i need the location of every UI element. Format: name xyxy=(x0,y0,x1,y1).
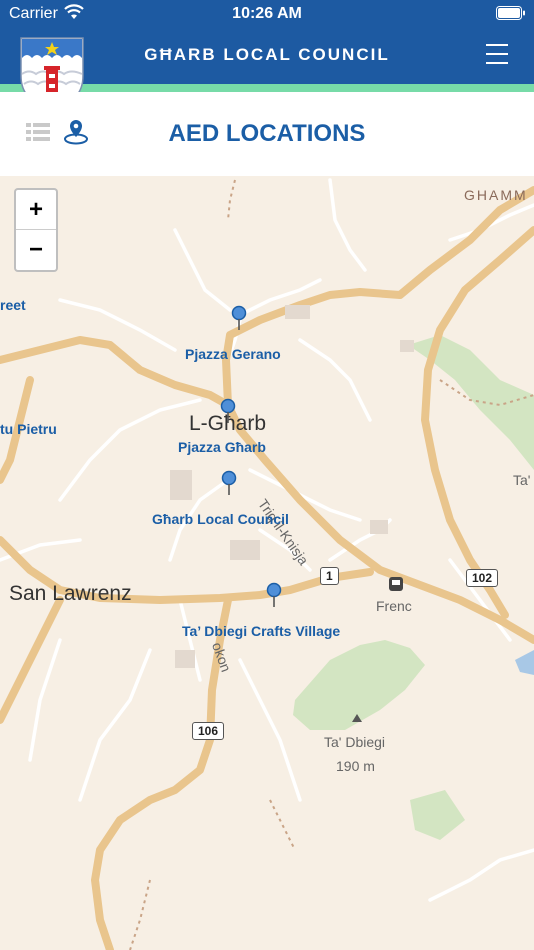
street-label-partial: reet xyxy=(0,297,26,313)
status-bar: Carrier 10:26 AM xyxy=(0,0,534,28)
aed-label-gharb-local-council[interactable]: Għarb Local Council xyxy=(152,511,289,527)
zoom-control: + − xyxy=(14,188,58,272)
aed-label-ta-dbiegi-crafts-village[interactable]: Ta’ Dbiegi Crafts Village xyxy=(182,623,340,639)
place-label-frenc: Frenc xyxy=(376,598,412,614)
place-label-san-lawrenz: San Lawrenz xyxy=(9,582,132,605)
peak-label-ta-dbiegi: Ta' Dbiegi xyxy=(324,734,386,750)
aed-marker-pjazza-gharb[interactable] xyxy=(220,398,236,424)
zoom-out-button[interactable]: − xyxy=(16,230,56,269)
page-toolbar: AED LOCATIONS xyxy=(0,92,534,176)
road-shield-106: 106 xyxy=(192,722,225,740)
page-title: AED LOCATIONS xyxy=(168,120,366,147)
aed-marker-ta-dbiegi-crafts-village[interactable] xyxy=(266,582,282,608)
peak-elevation: 190 m xyxy=(336,758,375,774)
road-shield-1: 1 xyxy=(320,567,339,585)
place-label-ta-partial: Ta' xyxy=(513,472,531,488)
battery-icon xyxy=(496,6,525,20)
aed-label-pjazza-gharb[interactable]: Pjazza Għarb xyxy=(178,439,266,455)
aed-marker-gharb-local-council[interactable] xyxy=(221,470,237,496)
road-shield-102: 102 xyxy=(466,569,499,587)
place-label-ghammar: GHAMM xyxy=(464,187,528,203)
aed-label-pjazza-gerano[interactable]: Pjazza Gerano xyxy=(185,346,281,362)
map-view[interactable]: L-Għarb San Lawrenz GHAMM Ta' reet tu Pi… xyxy=(0,176,534,950)
clock: 10:26 AM xyxy=(232,5,302,22)
street-label-pietru: tu Pietru xyxy=(0,421,57,437)
aed-marker-pjazza-gerano[interactable] xyxy=(231,305,247,331)
hamburger-menu-icon[interactable] xyxy=(486,44,508,64)
map-basemap xyxy=(0,176,534,950)
zoom-in-button[interactable]: + xyxy=(16,190,56,230)
